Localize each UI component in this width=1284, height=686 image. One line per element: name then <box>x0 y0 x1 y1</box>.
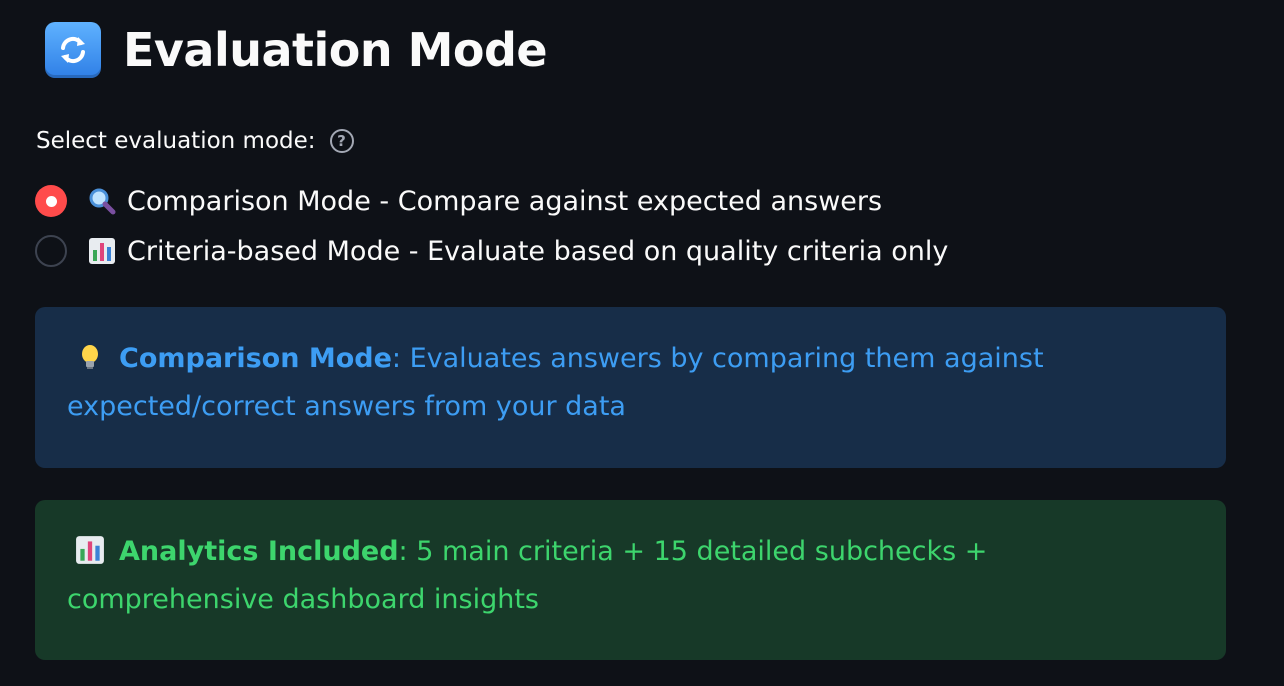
radio-option-label: Criteria-based Mode - Evaluate based on … <box>127 235 949 267</box>
info-alert-box: Comparison Mode: Evaluates answers by co… <box>35 307 1226 468</box>
radio-group-label: Select evaluation mode: <box>36 128 316 154</box>
magnifying-glass-icon <box>87 186 117 216</box>
info-alert-bold: Comparison Mode <box>119 343 392 374</box>
page-title: Evaluation Mode <box>123 23 548 77</box>
radio-option-label: Comparison Mode - Compare against expect… <box>127 185 883 217</box>
radio-button-unselected[interactable] <box>35 235 67 267</box>
radio-option-comparison-mode[interactable]: Comparison Mode - Compare against expect… <box>35 183 882 219</box>
page-header: Evaluation Mode <box>45 20 548 80</box>
light-bulb-icon <box>75 340 105 370</box>
success-alert-box: Analytics Included: 5 main criteria + 15… <box>35 500 1226 660</box>
refresh-arrows-icon <box>45 22 101 78</box>
info-alert-text: Comparison Mode: Evaluates answers by co… <box>67 335 1194 431</box>
bar-chart-icon <box>87 236 117 266</box>
radio-group-label-row: Select evaluation mode: ? <box>36 126 354 156</box>
radio-option-criteria-based-mode[interactable]: Criteria-based Mode - Evaluate based on … <box>35 233 948 269</box>
page: Evaluation Mode Select evaluation mode: … <box>0 0 1284 686</box>
success-alert-bold: Analytics Included <box>119 536 399 567</box>
radio-button-selected[interactable] <box>35 185 67 217</box>
question-circle-icon[interactable]: ? <box>329 129 354 153</box>
bar-chart-icon <box>75 533 105 564</box>
success-alert-text: Analytics Included: 5 main criteria + 15… <box>67 528 1194 624</box>
